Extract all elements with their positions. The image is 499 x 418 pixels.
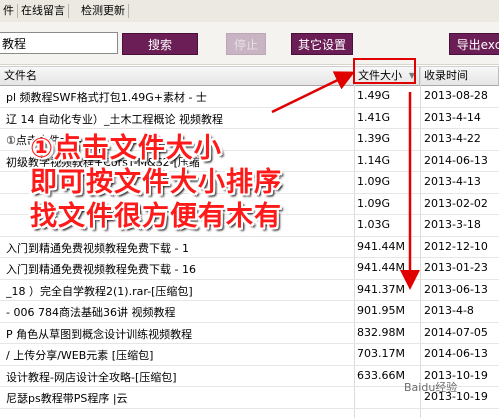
menu-bar: 件 在线留言 检测更新 — [0, 0, 499, 23]
menu-item-file[interactable]: 件 — [0, 4, 18, 18]
file-size: 941.37M — [357, 282, 405, 296]
file-date: 2014-06-13 — [424, 153, 488, 167]
table-row[interactable]: _18 ）完全自学教程2(1).rar-[压缩包] 941.37M 2013-06-… — [0, 279, 499, 301]
file-name: 尼瑟ps教程带PS程序 |云 — [6, 392, 128, 405]
menu-item-message[interactable]: 在线留言 — [18, 4, 69, 18]
search-button[interactable]: 搜索 — [122, 33, 198, 55]
stop-button[interactable]: 停止 — [226, 33, 266, 55]
file-date: 2013-3-18 — [424, 218, 481, 231]
file-date: 2014-06-13 — [424, 347, 488, 360]
menu-item-check-update[interactable]: 检测更新 — [78, 4, 129, 18]
export-excel-button[interactable]: 导出exc — [449, 33, 499, 55]
file-size: 1.49G — [357, 89, 391, 102]
file-date: 2013-02-02 — [424, 196, 488, 210]
file-date: 2013-08-28 — [424, 89, 488, 102]
file-size: 941.44M — [357, 261, 405, 274]
file-date: 2013-4-13 — [424, 175, 481, 188]
column-header-date[interactable]: 收录时间 — [420, 67, 499, 85]
table-row[interactable]: pl 频教程SWF格式打包1.49G+素材 - 士 1.49G 2013-08-28 — [0, 85, 499, 108]
file-size: 941.44M — [357, 239, 405, 253]
file-date: 2013-4-14 — [424, 110, 481, 124]
highlight-box — [353, 58, 416, 84]
watermark: Baidu经验 — [404, 381, 458, 394]
file-size: 1.41G — [357, 110, 391, 124]
table-header: 文件名 文件大小 ▼ 收录时间 — [0, 66, 499, 86]
file-date: 2014-07-05 — [424, 325, 488, 339]
column-header-name[interactable]: 文件名 — [0, 67, 354, 85]
table-row[interactable]: / 上传分享/WEB元素 [压缩包] 703.17M 2014-06-13 — [0, 343, 499, 366]
table-row[interactable]: P 角色从草图到概念设计训练视频教程 832.98M 2014-07-05 — [0, 322, 499, 344]
file-name: - 006 784商法基础36讲 视频教程 — [6, 306, 176, 319]
file-name: 辽 14 自动化专业）_土木工程概论 视频教程 — [6, 112, 223, 126]
other-settings-button[interactable]: 其它设置 — [291, 33, 353, 55]
search-input[interactable]: 教程 — [0, 32, 118, 54]
file-name: / 上传分享/WEB元素 [压缩包] — [6, 349, 154, 362]
file-size: 1.14G — [357, 153, 391, 167]
file-name: _18 ）完全自学教程2(1).rar-[压缩包] — [6, 284, 193, 298]
file-size: 1.09G — [357, 175, 391, 188]
file-size: 832.98M — [357, 325, 405, 339]
table-row[interactable]: 入门到精通免费视频教程免费下载 - 16 941.44M 2013-01-23 — [0, 257, 499, 280]
file-date: 2013-4-8 — [424, 304, 474, 317]
file-date: 2013-06-13 — [424, 282, 488, 296]
file-name: 设计教程-网店设计全攻略-[压缩包] — [6, 370, 177, 384]
file-size: 1.03G — [357, 218, 391, 231]
file-date: 2013-4-22 — [424, 132, 481, 145]
file-size: 703.17M — [357, 347, 405, 360]
file-size: 901.95M — [357, 304, 405, 317]
file-size: 1.39G — [357, 132, 391, 145]
file-name: 入门到精通免费视频教程免费下载 - 1 — [6, 241, 189, 255]
file-size: 1.09G — [357, 196, 391, 210]
file-date: 2012-12-10 — [424, 239, 488, 253]
file-name: P 角色从草图到概念设计训练视频教程 — [6, 327, 193, 341]
file-size: 633.66M — [357, 368, 405, 382]
file-name: 入门到精通免费视频教程免费下载 - 16 — [6, 263, 196, 276]
annotation-line-3: 找文件很方便有木有 — [30, 201, 282, 232]
file-name: pl 频教程SWF格式打包1.49G+素材 - 士 — [6, 91, 207, 104]
table-row[interactable]: 入门到精通免费视频教程免费下载 - 1 941.44M 2012-12-10 — [0, 236, 499, 258]
table-row[interactable]: - 006 784商法基础36讲 视频教程 901.95M 2013-4-8 — [0, 300, 499, 323]
file-date: 2013-01-23 — [424, 261, 488, 274]
